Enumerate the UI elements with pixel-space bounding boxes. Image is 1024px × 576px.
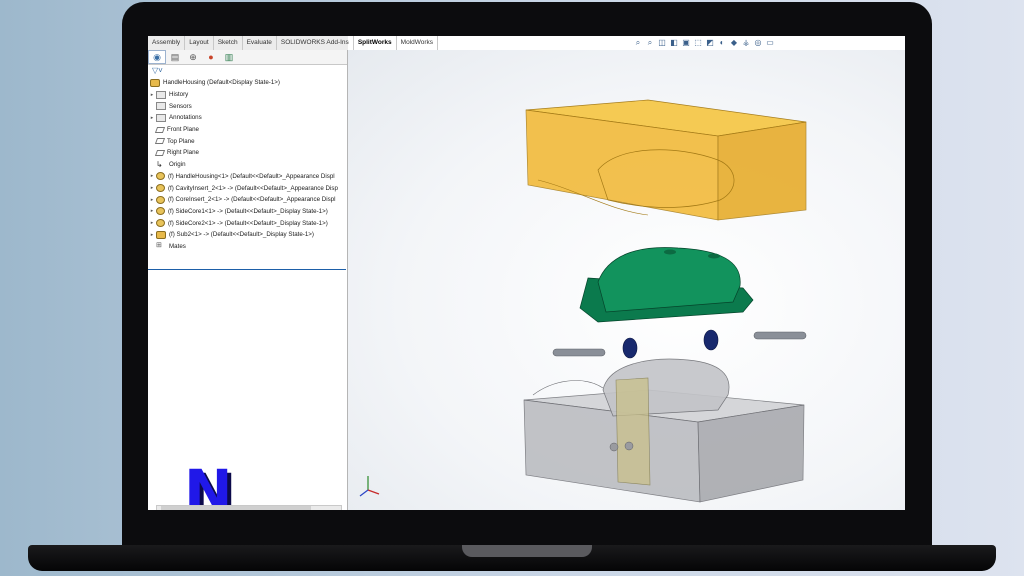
tab-moldworks[interactable]: MoldWorks — [397, 36, 439, 50]
tree-item-label: (f) SideCore1<1> -> (Default<<Default>_D… — [168, 207, 328, 215]
tree-item-label: History — [169, 91, 189, 99]
tree-item-history[interactable]: ▸ History — [148, 89, 347, 101]
tree-item-top-plane[interactable]: Top Plane — [148, 135, 347, 147]
configuration-manager-icon[interactable]: ⊕ — [184, 50, 202, 64]
laptop-notch — [462, 545, 592, 557]
plane-icon — [154, 149, 166, 156]
zoom-to-fit-icon[interactable]: ⌕ — [633, 38, 643, 48]
cavity-insert[interactable] — [525, 99, 807, 221]
tab-solidworks-addins[interactable]: SOLIDWORKS Add-Ins — [277, 36, 354, 50]
core-insert[interactable] — [523, 358, 805, 503]
tree-item-mates[interactable]: ⊞ Mates — [148, 241, 347, 253]
tab-evaluate[interactable]: Evaluate — [243, 36, 277, 50]
tree-item-component[interactable]: ▸ (f) SideCore2<1> -> (Default<<Default>… — [148, 217, 347, 229]
tab-assembly[interactable]: Assembly — [148, 36, 186, 50]
hide-show-icon[interactable]: ◐ — [717, 38, 727, 48]
plane-icon — [154, 126, 166, 133]
channel-logo: N — [184, 457, 233, 510]
history-icon — [156, 90, 166, 99]
dynamic-annotation-icon[interactable]: ▣ — [681, 38, 691, 48]
tree-item-component[interactable]: ▸ (f) Sub2<1> -> (Default<<Default>_Disp… — [148, 229, 347, 241]
part-icon — [156, 195, 165, 204]
tree-item-label: Top Plane — [167, 137, 195, 145]
apply-scene-icon[interactable]: ⚶ — [741, 38, 751, 48]
edit-appearance-icon[interactable]: ◆ — [729, 38, 739, 48]
tree-item-label: Annotations — [169, 114, 202, 122]
molded-part[interactable] — [579, 247, 754, 359]
expand-icon[interactable]: ▸ — [148, 115, 156, 121]
expand-icon[interactable]: ▸ — [148, 173, 156, 179]
tree-item-label: Mates — [169, 242, 186, 250]
tab-splitworks[interactable]: SplitWorks — [353, 36, 397, 50]
tree-item-component[interactable]: ▸ (f) CavityInsert_2<1> -> (Default<<Def… — [148, 182, 347, 194]
part-icon — [156, 172, 165, 181]
expand-icon[interactable]: ▸ — [148, 92, 156, 98]
feature-tree: HandleHousing (Default<Display State-1>)… — [148, 77, 347, 252]
tree-item-component[interactable]: ▸ (f) CoreInsert_2<1> -> (Default<<Defau… — [148, 194, 347, 206]
tree-item-component[interactable]: ▸ (f) HandleHousing<1> (Default<<Default… — [148, 171, 347, 183]
subassembly-icon — [156, 230, 166, 239]
tree-item-label: (f) HandleHousing<1> (Default<<Default>_… — [168, 172, 335, 180]
expand-icon[interactable]: ▸ — [148, 220, 156, 226]
property-manager-icon[interactable]: ▤ — [166, 50, 184, 64]
tree-item-label: (f) SideCore2<1> -> (Default<<Default>_D… — [168, 219, 328, 227]
appearance-icon[interactable]: ● — [202, 50, 220, 64]
tree-item-label: (f) CoreInsert_2<1> -> (Default<<Default… — [168, 196, 336, 204]
tree-item-label: (f) CavityInsert_2<1> -> (Default<<Defau… — [168, 184, 338, 192]
display-manager-icon[interactable]: ▥ — [220, 50, 238, 64]
expand-icon[interactable]: ▸ — [148, 197, 156, 203]
feature-manager-tabs: ◉ ▤ ⊕ ● ▥ — [148, 50, 347, 65]
rollback-bar[interactable] — [148, 269, 346, 270]
feature-manager-panel: ◉ ▤ ⊕ ● ▥ ▽˅ HandleHousing (Default<Disp… — [148, 50, 348, 510]
tree-item-label: Right Plane — [167, 149, 199, 157]
command-manager-tabs: Assembly Layout Sketch Evaluate SOLIDWOR… — [148, 36, 439, 51]
feature-manager-icon[interactable]: ◉ — [148, 50, 166, 64]
tree-item-label: (f) Sub2<1> -> (Default<<Default>_Displa… — [169, 231, 314, 239]
origin-icon: ↳ — [156, 159, 163, 169]
tab-sketch[interactable]: Sketch — [214, 36, 243, 50]
mold-assembly-model — [359, 99, 807, 503]
side-core-pins[interactable] — [552, 331, 807, 357]
sensors-icon — [156, 102, 166, 111]
display-pane-icon[interactable]: ▭ — [765, 38, 775, 48]
filter-icon[interactable]: ▽˅ — [148, 65, 347, 77]
expand-icon[interactable]: ▸ — [148, 232, 156, 238]
view-orientation-icon[interactable]: ⬚ — [693, 38, 703, 48]
solidworks-window: Assembly Layout Sketch Evaluate SOLIDWOR… — [148, 36, 905, 510]
tree-item-label: Front Plane — [167, 126, 199, 134]
section-view-icon[interactable]: ◧ — [669, 38, 679, 48]
graphics-area[interactable] — [348, 50, 905, 510]
horizontal-scrollbar[interactable] — [156, 505, 342, 510]
tree-item-sensors[interactable]: Sensors — [148, 100, 347, 112]
tree-root[interactable]: HandleHousing (Default<Display State-1>) — [148, 77, 347, 89]
assembly-icon — [150, 78, 160, 87]
view-settings-icon[interactable]: ◎ — [753, 38, 763, 48]
tree-item-annotations[interactable]: ▸ Annotations — [148, 112, 347, 124]
expand-icon[interactable]: ▸ — [148, 185, 156, 191]
tree-item-origin[interactable]: ↳ Origin — [148, 159, 347, 171]
expand-icon[interactable]: ▸ — [148, 208, 156, 214]
scrollbar-thumb[interactable] — [161, 506, 311, 510]
tab-layout[interactable]: Layout — [185, 36, 214, 50]
tree-item-front-plane[interactable]: Front Plane — [148, 124, 347, 136]
tree-item-right-plane[interactable]: Right Plane — [148, 147, 347, 159]
plane-icon — [154, 138, 166, 145]
zoom-area-icon[interactable]: ⌕ — [645, 38, 655, 48]
mates-icon: ⊞ — [156, 242, 162, 250]
part-icon — [156, 184, 165, 193]
previous-view-icon[interactable]: ◫ — [657, 38, 667, 48]
tree-root-label: HandleHousing (Default<Display State-1>) — [163, 79, 280, 87]
tree-item-label: Sensors — [169, 102, 192, 110]
tree-item-component[interactable]: ▸ (f) SideCore1<1> -> (Default<<Default>… — [148, 206, 347, 218]
part-icon — [156, 219, 165, 228]
display-style-icon[interactable]: ◩ — [705, 38, 715, 48]
annotations-icon — [156, 113, 166, 122]
part-icon — [156, 207, 165, 216]
coordinate-triad — [359, 476, 380, 497]
tree-item-label: Origin — [169, 161, 186, 169]
